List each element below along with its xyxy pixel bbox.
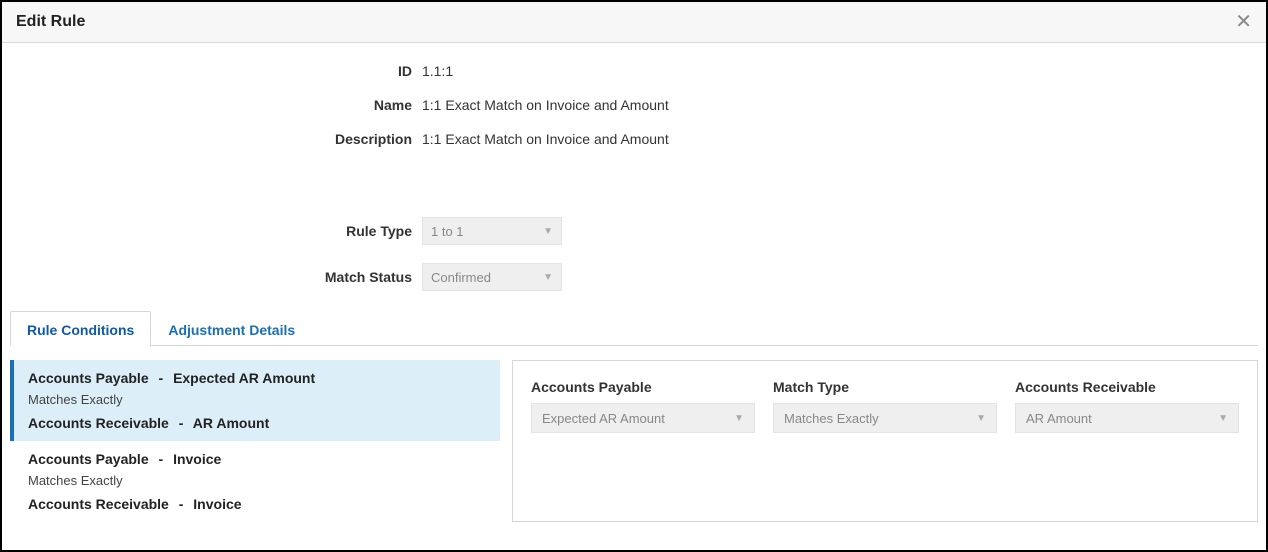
id-value: 1.1:1 [422,63,453,79]
separator: - [179,496,184,512]
ruletype-select[interactable]: 1 to 1 ▼ [422,217,562,245]
condition-field-a: Expected AR Amount [173,370,315,386]
chevron-down-icon: ▼ [543,272,553,283]
condition-list: Accounts Payable - Expected AR Amount Ma… [10,360,500,522]
dialog-header: Edit Rule ✕ [2,2,1266,43]
matchstatus-label: Match Status [42,269,422,285]
separator: - [179,415,184,431]
form-area: ID 1.1:1 Name 1:1 Exact Match on Invoice… [2,43,1266,311]
dialog-title: Edit Rule [16,13,85,31]
detail-ap-select[interactable]: Expected AR Amount ▼ [531,403,755,433]
chevron-down-icon: ▼ [543,226,553,237]
description-value: 1:1 Exact Match on Invoice and Amount [422,131,669,147]
name-label: Name [42,97,422,113]
condition-item[interactable]: Accounts Payable - Expected AR Amount Ma… [10,360,500,441]
ruletype-select-value: 1 to 1 [431,224,464,239]
condition-source-b: Accounts Receivable [28,496,169,512]
condition-field-a: Invoice [173,451,221,467]
detail-ap-label: Accounts Payable [531,379,755,395]
chevron-down-icon: ▼ [1218,413,1228,424]
conditions-area: Accounts Payable - Expected AR Amount Ma… [2,346,1266,530]
chevron-down-icon: ▼ [734,413,744,424]
detail-ar-value: AR Amount [1026,411,1092,426]
condition-match-text: Matches Exactly [28,392,486,407]
matchstatus-select[interactable]: Confirmed ▼ [422,263,562,291]
chevron-down-icon: ▼ [976,413,986,424]
tab-rule-conditions[interactable]: Rule Conditions [10,311,151,346]
condition-match-text: Matches Exactly [28,473,486,488]
description-label: Description [42,131,422,147]
detail-ar-label: Accounts Receivable [1015,379,1239,395]
detail-matchtype-select[interactable]: Matches Exactly ▼ [773,403,997,433]
condition-source-b-line: Accounts Receivable - Invoice [28,496,486,512]
detail-ap-value: Expected AR Amount [542,411,665,426]
separator: - [159,451,164,467]
condition-source-a-line: Accounts Payable - Expected AR Amount [28,370,486,386]
name-value: 1:1 Exact Match on Invoice and Amount [422,97,669,113]
separator: - [159,370,164,386]
detail-matchtype-label: Match Type [773,379,997,395]
condition-source-a: Accounts Payable [28,370,149,386]
condition-field-b: AR Amount [193,415,269,431]
ruletype-label: Rule Type [42,223,422,239]
close-icon[interactable]: ✕ [1235,12,1252,32]
tab-adjustment-details[interactable]: Adjustment Details [151,311,312,346]
tabs: Rule Conditions Adjustment Details [10,311,1258,346]
condition-item[interactable]: Accounts Payable - Invoice Matches Exact… [10,441,500,522]
condition-field-b: Invoice [193,496,241,512]
condition-source-a-line: Accounts Payable - Invoice [28,451,486,467]
condition-source-b-line: Accounts Receivable - AR Amount [28,415,486,431]
condition-detail-panel: Accounts Payable Expected AR Amount ▼ Ma… [512,360,1258,522]
condition-source-a: Accounts Payable [28,451,149,467]
detail-ar-select[interactable]: AR Amount ▼ [1015,403,1239,433]
id-label: ID [42,63,422,79]
matchstatus-select-value: Confirmed [431,270,491,285]
detail-matchtype-value: Matches Exactly [784,411,879,426]
condition-source-b: Accounts Receivable [28,415,169,431]
